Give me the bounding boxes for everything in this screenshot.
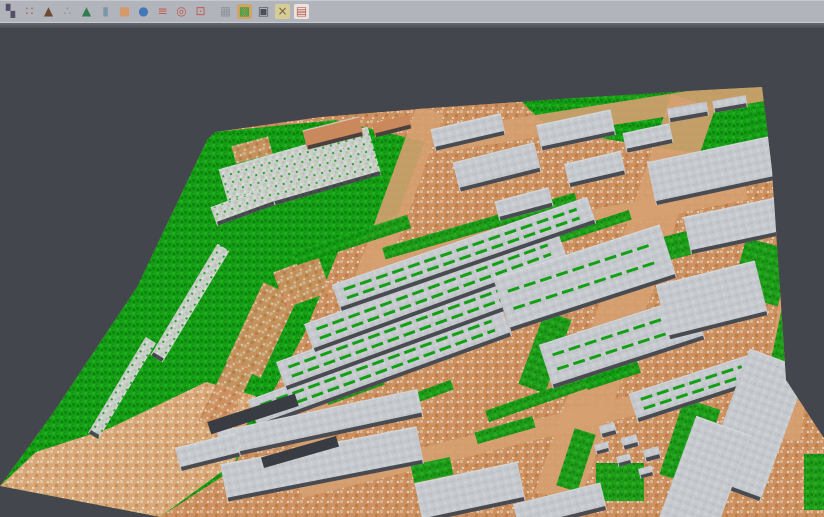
extent-icon[interactable]: ⊡ [193,4,208,19]
toolbar-group: ▚ ∷ ▲ ∴ ▲ ▮ ■ ● ≡ ◎ ⊡ [3,4,208,19]
layers-icon[interactable]: ≡ [155,4,170,19]
shaded-model-icon[interactable]: ▚ [3,4,18,19]
application-window: ▚ ∷ ▲ ∴ ▲ ▮ ■ ● ≡ ◎ ⊡ ▦ ▩ ▣ × ▤ [0,0,824,517]
solid-model-icon[interactable]: ▮ [98,4,113,19]
point-cloud-render [0,28,824,517]
dem-icon[interactable]: ▲ [79,4,94,19]
toolbar-group: ▦ ▩ ▣ × ▤ [218,4,309,19]
point-cloud-icon[interactable]: ∷ [22,4,37,19]
globe-icon[interactable]: ● [136,4,151,19]
grid-view-icon[interactable]: ▦ [218,4,233,19]
disable-icon[interactable]: × [275,4,290,19]
terrain-icon[interactable]: ▲ [41,4,56,19]
ruler-icon[interactable]: ▤ [294,4,309,19]
main-toolbar: ▚ ∷ ▲ ∴ ▲ ▮ ■ ● ≡ ◎ ⊡ ▦ ▩ ▣ × ▤ [0,0,824,22]
camera-icon[interactable]: ▣ [256,4,271,19]
texture-icon[interactable]: ■ [117,4,132,19]
sparse-cloud-icon[interactable]: ∴ [60,4,75,19]
target-icon[interactable]: ◎ [174,4,189,19]
model-viewport[interactable] [0,28,824,517]
classification-icon[interactable]: ▩ [237,4,252,19]
